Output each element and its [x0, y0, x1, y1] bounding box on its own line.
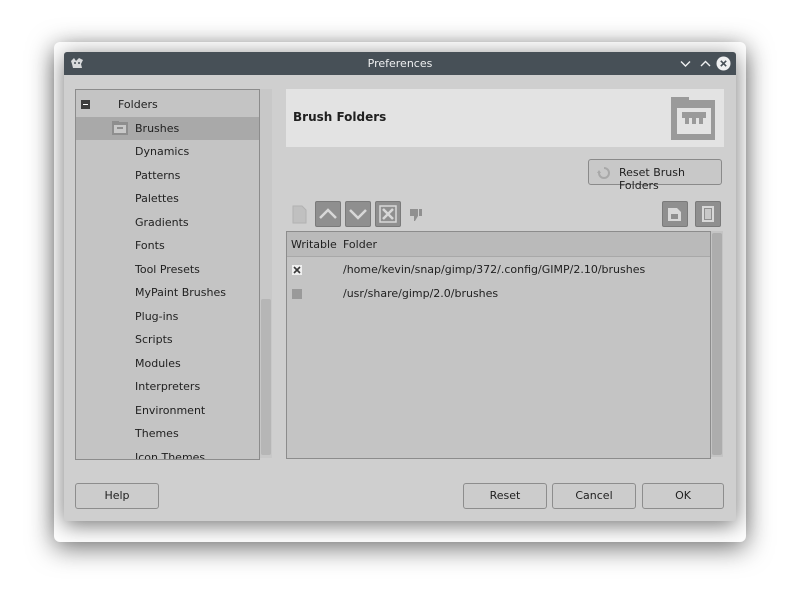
preferences-dialog: Preferences Folders Brushes Dynamics Pat… [64, 52, 736, 521]
tree-item-mypaint-brushes[interactable]: MyPaint Brushes [76, 281, 259, 304]
folder-row[interactable]: /usr/share/gimp/2.0/brushes [287, 282, 710, 306]
tree-scrollbar[interactable] [260, 89, 272, 458]
collapse-icon[interactable] [81, 100, 90, 109]
column-header-writable[interactable]: Writable [291, 238, 337, 251]
chevron-up-icon [700, 60, 711, 67]
tree-item-fonts[interactable]: Fonts [76, 234, 259, 257]
move-up-button[interactable] [315, 201, 341, 227]
tree-item-label: Interpreters [135, 380, 201, 393]
tree-item-icon-themes[interactable]: Icon Themes [76, 446, 259, 460]
tree-item-brushes[interactable]: Brushes [76, 117, 259, 140]
minimize-button[interactable] [678, 56, 693, 71]
window-title: Preferences [367, 57, 433, 70]
reset-button[interactable]: Reset [463, 483, 547, 509]
tree-item-scripts[interactable]: Scripts [76, 328, 259, 351]
preferences-category-tree[interactable]: Folders Brushes Dynamics Patterns Palett… [75, 89, 260, 460]
list-scrollbar-thumb[interactable] [712, 233, 722, 455]
folder-properties-button[interactable] [695, 201, 721, 227]
tree-item-label: Patterns [135, 169, 181, 182]
folder-path: /home/kevin/snap/gimp/372/.config/GIMP/2… [343, 263, 646, 276]
tree-item-label: Environment [135, 404, 206, 417]
cancel-button[interactable]: Cancel [552, 483, 636, 509]
tree-item-palettes[interactable]: Palettes [76, 187, 259, 210]
new-document-icon [292, 205, 307, 224]
writable-checkbox-checked[interactable] [292, 265, 302, 275]
ok-button[interactable]: OK [642, 483, 724, 509]
brush-folder-icon [671, 97, 715, 140]
tree-item-patterns[interactable]: Patterns [76, 164, 259, 187]
reset-brush-folders-button[interactable]: Reset Brush Folders [588, 159, 722, 192]
tree-item-modules[interactable]: Modules [76, 352, 259, 375]
panel-title: Brush Folders [293, 110, 387, 124]
tree-item-label: Brushes [135, 122, 180, 135]
tree-item-folders[interactable]: Folders [76, 93, 259, 116]
tree-item-label: Icon Themes [135, 451, 206, 460]
delete-icon [379, 205, 397, 223]
list-scrollbar[interactable] [711, 231, 723, 457]
tree-item-label: Themes [135, 427, 179, 440]
column-header-folder[interactable]: Folder [343, 238, 377, 251]
help-button[interactable]: Help [75, 483, 159, 509]
thumbs-down-icon [410, 209, 422, 221]
tree-item-label: Modules [135, 357, 181, 370]
close-icon [716, 56, 731, 71]
new-folder-button[interactable] [286, 201, 312, 227]
tree-item-themes[interactable]: Themes [76, 422, 259, 445]
tree-item-label: Palettes [135, 192, 179, 205]
tree-scrollbar-thumb[interactable] [261, 299, 271, 455]
folder-path: /usr/share/gimp/2.0/brushes [343, 287, 499, 300]
tree-item-label: Tool Presets [135, 263, 200, 276]
panel-header: Brush Folders [286, 89, 724, 147]
brush-folder-icon [112, 121, 128, 135]
folder-row[interactable]: /home/kevin/snap/gimp/372/.config/GIMP/2… [287, 258, 710, 282]
tree-item-tool-presets[interactable]: Tool Presets [76, 258, 259, 281]
tree-item-plug-ins[interactable]: Plug-ins [76, 305, 259, 328]
tree-item-label: Scripts [135, 333, 173, 346]
tree-item-gradients[interactable]: Gradients [76, 211, 259, 234]
reset-icon [597, 167, 610, 179]
browse-folder-button[interactable] [662, 201, 688, 227]
open-folder-icon [668, 208, 681, 221]
arrow-up-icon [319, 208, 337, 219]
tree-item-label: Fonts [135, 239, 165, 252]
tree-item-label: Folders [118, 98, 158, 111]
title-bar[interactable]: Preferences [64, 52, 736, 75]
chevron-down-icon [680, 61, 691, 67]
arrow-down-icon [349, 209, 367, 220]
maximize-button[interactable] [698, 56, 713, 71]
brush-folder-list[interactable]: Writable Folder /home/kevin/snap/gimp/37… [286, 231, 711, 459]
move-down-button[interactable] [345, 201, 371, 227]
close-button[interactable] [716, 56, 731, 71]
writable-checkbox-unchecked[interactable] [292, 289, 302, 299]
tree-item-label: Gradients [135, 216, 189, 229]
delete-folder-button[interactable] [375, 201, 401, 227]
tree-item-label: Dynamics [135, 145, 190, 158]
tree-item-environment[interactable]: Environment [76, 399, 259, 422]
mark-invalid-button[interactable] [404, 201, 430, 227]
tree-item-interpreters[interactable]: Interpreters [76, 375, 259, 398]
list-header: Writable Folder [287, 232, 710, 257]
reset-brush-folders-label: Reset Brush Folders [619, 166, 685, 192]
tree-item-label: Plug-ins [135, 310, 179, 323]
tree-item-label: MyPaint Brushes [135, 286, 226, 299]
tree-item-dynamics[interactable]: Dynamics [76, 140, 259, 163]
document-icon [702, 206, 714, 222]
